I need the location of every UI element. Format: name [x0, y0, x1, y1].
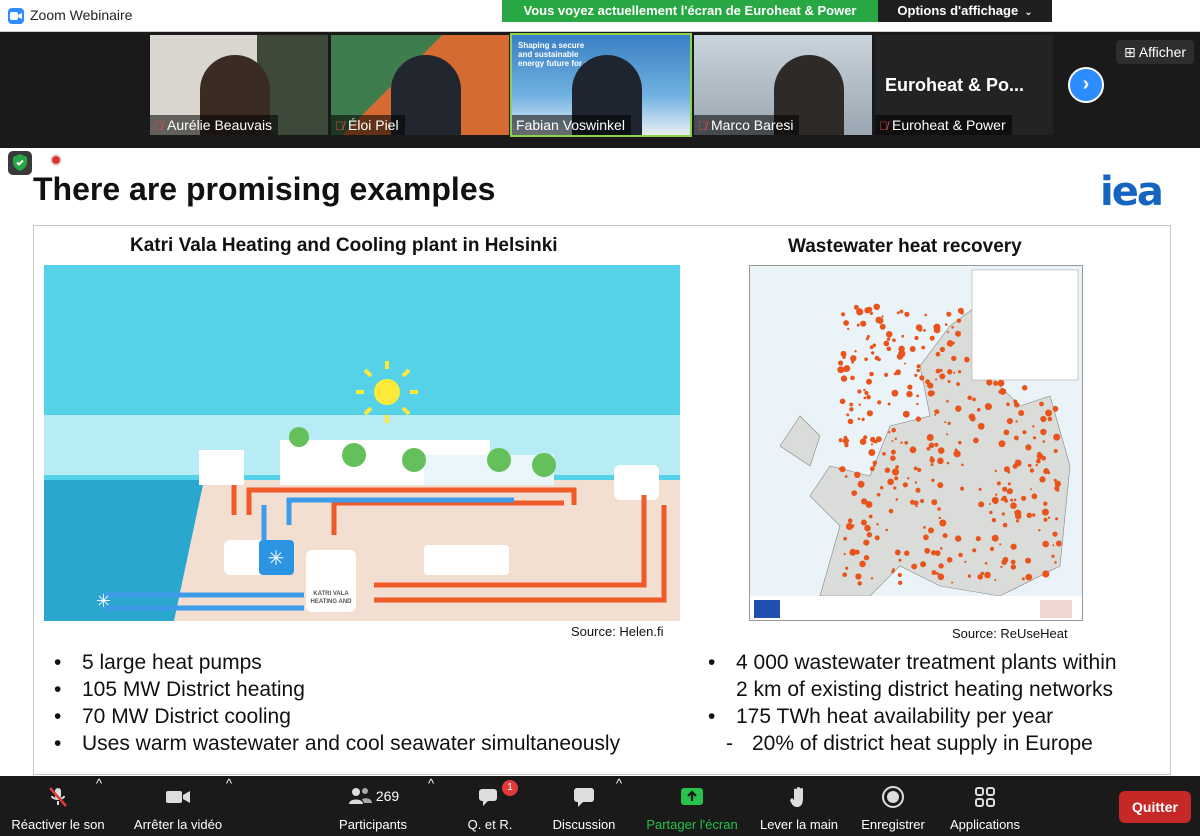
list-item: 70 MW District cooling — [52, 703, 620, 730]
show-button-label: Afficher — [1138, 44, 1187, 60]
participant-name-tag: 🎙̸ Éloi Piel — [331, 115, 405, 135]
hand-icon — [790, 787, 803, 807]
discussion-options-caret[interactable]: ^ — [616, 776, 622, 836]
maximize-button[interactable] — [1112, 0, 1156, 32]
qa-label: Q. et R. — [467, 817, 513, 832]
meeting-toolbar: Réactiver le son ^ Arrêter la vidéo ^ 26… — [0, 776, 1200, 836]
close-window-button[interactable] — [1156, 0, 1200, 32]
mic-muted-icon: 🎙̸ — [879, 119, 888, 133]
list-item: 20% of district heat supply in Europe — [706, 730, 1117, 757]
list-item: Uses warm wastewater and cool seawater s… — [52, 730, 620, 757]
participant-name-tag: 🎙̸ Aurélie Beauvais — [150, 115, 279, 135]
participant-name: Fabian Voswinkel — [516, 117, 625, 133]
participant-name: Marco Baresi — [711, 117, 794, 133]
europe-wastewater-map — [749, 265, 1083, 621]
participants-label: Participants — [339, 817, 407, 832]
chevron-down-icon: ⌄ — [1024, 7, 1033, 18]
share-screen-icon — [681, 788, 703, 805]
discussion-button[interactable]: Discussion — [546, 776, 622, 836]
discussion-label: Discussion — [552, 817, 616, 832]
participant-display-name: Euroheat & Po... — [885, 75, 1025, 95]
zoom-app-icon — [8, 8, 24, 24]
stop-video-label: Arrêter la vidéo — [133, 817, 223, 832]
plant-illustration: ✳ KATRI VALA HEATING AND ✳ — [44, 265, 680, 621]
apps-icon — [975, 787, 995, 807]
participants-icon: 269 — [343, 785, 403, 809]
video-tile[interactable]: 🎙̸ Aurélie Beauvais — [150, 35, 328, 135]
unmute-button[interactable]: Réactiver le son — [8, 776, 108, 836]
mic-muted-icon: 🎙̸ — [698, 119, 707, 133]
right-source: Source: ReUseHeat — [952, 626, 1068, 641]
chat-bubble-icon — [574, 788, 594, 807]
right-heading: Wastewater heat recovery — [788, 236, 1022, 257]
window-title-bar: Zoom Webinaire Vous voyez actuellement l… — [0, 0, 1200, 32]
participant-name: Éloi Piel — [348, 117, 399, 133]
raise-hand-button[interactable]: Lever la main — [756, 776, 842, 836]
video-camera-icon — [166, 791, 190, 803]
view-options-label: Options d'affichage — [897, 3, 1019, 18]
video-tile[interactable]: Euroheat & Po... 🎙̸ Euroheat & Power — [875, 35, 1053, 135]
unmute-label: Réactiver le son — [11, 817, 105, 832]
list-item: 175 TWh heat availability per year — [706, 703, 1117, 730]
right-bullet-list: 4 000 wastewater treatment plants within… — [706, 649, 1117, 757]
next-page-button[interactable]: › — [1068, 67, 1104, 103]
shared-screen: There are promising examples iea Katri V… — [0, 148, 1200, 776]
view-options-button[interactable]: Options d'affichage ⌄ — [878, 0, 1052, 22]
audio-options-caret[interactable]: ^ — [96, 776, 102, 836]
video-options-caret[interactable]: ^ — [226, 776, 232, 836]
record-icon — [882, 786, 904, 808]
share-screen-button[interactable]: Partager l'écran — [640, 776, 744, 836]
svg-text:KATRI VALA: KATRI VALA — [313, 591, 349, 597]
svg-text:✳: ✳ — [268, 546, 285, 570]
share-status-banner: Vous voyez actuellement l'écran de Euroh… — [502, 0, 878, 22]
list-item: 4 000 wastewater treatment plants within — [706, 649, 1117, 676]
participants-button[interactable]: 269 Participants — [330, 776, 416, 836]
participant-name-tag: 🎙̸ Marco Baresi — [694, 115, 800, 135]
participant-name: Aurélie Beauvais — [167, 117, 273, 133]
applications-label: Applications — [949, 817, 1021, 832]
raise-hand-label: Lever la main — [759, 817, 839, 832]
video-strip: 🎙̸ Aurélie Beauvais 🎙̸ Éloi Piel Shaping a… — [0, 32, 1200, 148]
mic-muted-icon: 🎙̸ — [335, 119, 344, 133]
minimize-button[interactable] — [1068, 0, 1112, 32]
window-controls — [1068, 0, 1200, 32]
participant-name-tag: 🎙̸ Euroheat & Power — [875, 115, 1012, 135]
left-source: Source: Helen.fi — [571, 624, 664, 639]
list-item: 2 km of existing district heating networ… — [736, 678, 1113, 701]
qa-button[interactable]: 1 Q. et R. — [460, 776, 520, 836]
stop-video-button[interactable]: Arrêter la vidéo — [128, 776, 228, 836]
left-bullet-list: 5 large heat pumps 105 MW District heati… — [52, 649, 620, 757]
recording-indicator-icon — [50, 154, 62, 166]
quit-button[interactable]: Quitter — [1119, 791, 1191, 823]
qa-badge: 1 — [502, 780, 518, 796]
participants-count: 269 — [375, 788, 400, 804]
video-tile-active-speaker[interactable]: Shaping a secure and sustainable energy … — [510, 33, 692, 137]
list-item: 105 MW District heating — [52, 676, 620, 703]
video-tile[interactable]: 🎙̸ Éloi Piel — [331, 35, 509, 135]
participants-options-caret[interactable]: ^ — [428, 776, 434, 836]
svg-text:HEATING AND: HEATING AND — [311, 599, 353, 605]
mic-muted-icon — [49, 787, 67, 807]
left-heading: Katri Vala Heating and Cooling plant in … — [130, 235, 558, 256]
video-tile[interactable]: 🎙̸ Marco Baresi — [694, 35, 872, 135]
record-button[interactable]: Enregistrer — [856, 776, 930, 836]
slide-title: There are promising examples — [33, 171, 496, 207]
participant-name: Euroheat & Power — [892, 117, 1006, 133]
iea-logo: iea — [1100, 169, 1164, 215]
grid-icon: ⊞ — [1123, 44, 1139, 60]
window-title: Zoom Webinaire — [30, 7, 133, 23]
qa-chat-icon — [479, 789, 497, 806]
security-shield-icon[interactable] — [8, 151, 32, 175]
share-screen-label: Partager l'écran — [646, 817, 738, 832]
list-item: 5 large heat pumps — [52, 649, 620, 676]
participant-name-tag: Fabian Voswinkel — [512, 115, 631, 135]
mic-muted-icon: 🎙̸ — [154, 119, 163, 133]
record-label: Enregistrer — [861, 817, 925, 832]
show-button[interactable]: ⊞ Afficher — [1116, 40, 1194, 64]
applications-button[interactable]: Applications — [942, 776, 1028, 836]
svg-text:✳: ✳ — [96, 591, 111, 612]
